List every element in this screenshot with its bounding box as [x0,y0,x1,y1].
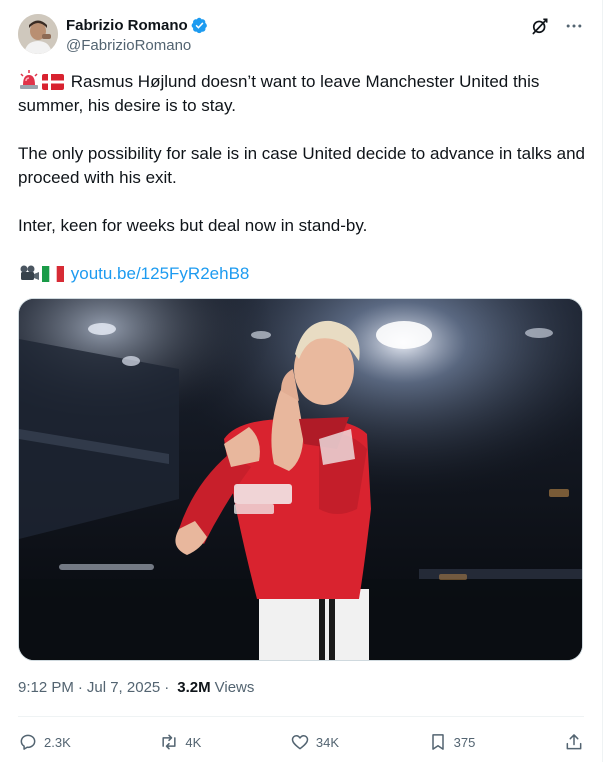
divider [18,716,584,717]
author-block: Fabrizio Romano @FabrizioRomano [66,14,208,54]
youtube-link[interactable]: youtu.be/125FyR2ehB8 [71,264,250,283]
tweet-text: Rasmus Højlund doesn’t want to leave Man… [18,70,588,286]
tweet-date[interactable]: Jul 7, 2025 [87,679,160,696]
author-name[interactable]: Fabrizio Romano [66,17,188,34]
tweet-line-1: Rasmus Højlund doesn’t want to leave Man… [18,72,540,115]
views-label: Views [214,679,255,696]
engagement-bar: 2.3K 4K 34K 375 [18,730,584,754]
tweet-line-3: Inter, keen for weeks but deal now in st… [18,216,368,235]
tweet-meta: 9:12 PM · Jul 7, 2025 · 3.2M Views [18,679,254,696]
reply-count: 2.3K [44,734,71,750]
tweet-paragraph-4: youtu.be/125FyR2ehB8 [18,262,588,286]
header-actions [530,14,584,36]
like-button[interactable]: 34K [290,732,339,752]
reply-icon [20,734,36,750]
siren-emoji-icon [20,70,38,89]
repost-button[interactable]: 4K [159,732,201,752]
bookmark-icon [431,734,444,750]
movie-camera-emoji-icon [20,265,39,280]
grok-icon[interactable] [530,16,550,36]
tweet-time[interactable]: 9:12 PM [18,679,74,696]
like-count: 34K [315,734,340,750]
repost-count: 4K [185,734,202,750]
tweet-photo[interactable] [18,298,583,661]
tweet-paragraph-1: Rasmus Højlund doesn’t want to leave Man… [18,70,588,118]
meta-separator: · [77,679,83,696]
heart-icon [291,735,309,750]
tweet-header: Fabrizio Romano @FabrizioRomano [18,14,584,58]
share-icon [566,734,582,750]
avatar[interactable] [18,14,58,54]
share-button[interactable] [564,732,584,752]
italy-flag-icon [42,266,64,282]
tweet-card: Fabrizio Romano @FabrizioRomano Rasmus H… [0,0,603,762]
views-count[interactable]: 3.2M [177,679,210,696]
meta-separator-2: · [164,679,170,696]
bookmark-count: 375 [453,734,476,750]
repost-icon [162,734,176,750]
tweet-paragraph-3: Inter, keen for weeks but deal now in st… [18,214,588,238]
tweet-paragraph-2: The only possibility for sale is in case… [18,142,588,190]
verified-badge-icon [191,17,207,33]
denmark-flag-icon [42,74,64,90]
more-icon[interactable] [564,16,584,36]
bookmark-button[interactable]: 375 [428,732,476,752]
author-handle[interactable]: @FabrizioRomano [66,37,208,54]
reply-button[interactable]: 2.3K [18,732,71,752]
tweet-line-2: The only possibility for sale is in case… [18,144,585,187]
